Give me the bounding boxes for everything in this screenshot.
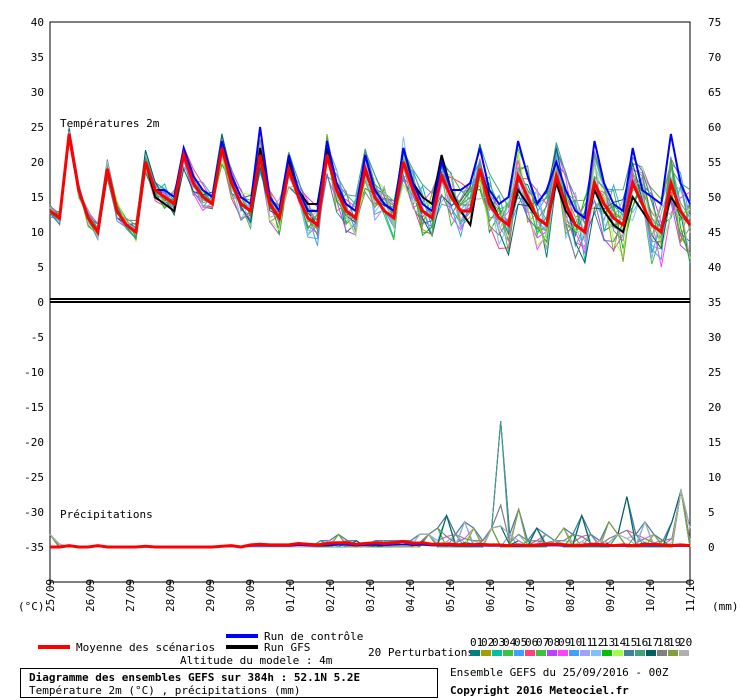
right-tick-label: 45 bbox=[708, 226, 721, 239]
perturbation-swatch bbox=[580, 650, 590, 656]
left-tick-label: 30 bbox=[31, 86, 44, 99]
right-tick-label: 55 bbox=[708, 156, 721, 169]
precipitation-perturbation-line bbox=[49, 420, 691, 548]
right-tick-label: 40 bbox=[708, 261, 721, 274]
perturbation-swatch bbox=[536, 650, 546, 656]
precipitation-title: Précipitations bbox=[60, 508, 153, 521]
altitude-label: Altitude du modele : 4m bbox=[180, 654, 333, 667]
chart-caption-subtitle: Température 2m (°C) , précipitations (mm… bbox=[29, 684, 301, 697]
legend-gfs-label: Run GFS bbox=[264, 641, 310, 654]
right-tick-label: 75 bbox=[708, 16, 721, 29]
right-tick-label: 5 bbox=[708, 506, 715, 519]
right-axis: 757065605550454035302520151050 bbox=[708, 16, 721, 554]
x-tick-label: 01/10 bbox=[284, 579, 297, 612]
perturbation-swatch bbox=[547, 650, 557, 656]
x-tick-label: 08/10 bbox=[564, 579, 577, 612]
perturbation-swatch bbox=[591, 650, 601, 656]
left-tick-label: 15 bbox=[31, 191, 44, 204]
left-tick-label: 0 bbox=[37, 296, 44, 309]
right-tick-label: 10 bbox=[708, 471, 721, 484]
right-tick-label: 60 bbox=[708, 121, 721, 134]
left-tick-label: -25 bbox=[24, 471, 44, 484]
perturbation-number: 20 bbox=[679, 636, 692, 649]
perturbation-swatch bbox=[646, 650, 656, 656]
right-tick-label: 20 bbox=[708, 401, 721, 414]
perturbation-swatches: 0102030405060708091011121314151617181920 bbox=[470, 636, 692, 656]
left-tick-label: -15 bbox=[24, 401, 44, 414]
x-tick-label: 10/10 bbox=[644, 579, 657, 612]
right-tick-label: 15 bbox=[708, 436, 721, 449]
x-tick-label: 11/10 bbox=[684, 579, 697, 612]
x-tick-label: 09/10 bbox=[604, 579, 617, 612]
perturbation-swatch bbox=[657, 650, 667, 656]
right-tick-label: 35 bbox=[708, 296, 721, 309]
x-tick-label: 28/09 bbox=[164, 579, 177, 612]
left-tick-label: 25 bbox=[31, 121, 44, 134]
x-tick-label: 05/10 bbox=[444, 579, 457, 612]
perturbation-swatch bbox=[602, 650, 612, 656]
left-tick-label: -30 bbox=[24, 506, 44, 519]
left-tick-label: -20 bbox=[24, 436, 44, 449]
precipitation-perturbation-line bbox=[49, 420, 691, 548]
perturbation-swatch bbox=[679, 650, 689, 656]
x-tick-label: 26/09 bbox=[84, 579, 97, 612]
left-tick-label: -10 bbox=[24, 366, 44, 379]
perturbation-swatch bbox=[569, 650, 579, 656]
left-tick-label: -5 bbox=[31, 331, 44, 344]
legend-mean-label: Moyenne des scénarios bbox=[76, 641, 215, 654]
perturbation-swatch bbox=[470, 650, 480, 656]
perturbation-swatch bbox=[514, 650, 524, 656]
x-tick-label: 07/10 bbox=[524, 579, 537, 612]
right-unit-label: (mm) bbox=[712, 600, 739, 613]
perturbation-swatch bbox=[635, 650, 645, 656]
perturbation-swatch bbox=[668, 650, 678, 656]
x-tick-label: 25/09 bbox=[44, 579, 57, 612]
right-tick-label: 50 bbox=[708, 191, 721, 204]
precipitation-perturbation-line bbox=[49, 420, 691, 548]
perturbation-swatch bbox=[503, 650, 513, 656]
left-tick-label: 35 bbox=[31, 51, 44, 64]
copyright-label: Copyright 2016 Meteociel.fr bbox=[450, 684, 629, 697]
perturbation-swatch bbox=[624, 650, 634, 656]
x-axis: 25/09 26/09 27/09 28/09 29/09 30/09 01/10 02/10… bbox=[44, 579, 697, 612]
left-tick-label: 20 bbox=[31, 156, 44, 169]
precipitation-perturbation-line bbox=[49, 420, 691, 548]
right-tick-label: 25 bbox=[708, 366, 721, 379]
precipitation-perturbation-line bbox=[49, 420, 691, 548]
left-axis: 40 35 30 25 20 15 10 5 0 -5 -10 -15 -20 -25 -30 -35 bbox=[24, 16, 44, 554]
left-tick-label: -35 bbox=[24, 541, 44, 554]
right-tick-label: 65 bbox=[708, 86, 721, 99]
perturbation-swatch bbox=[558, 650, 568, 656]
chart-caption-title: Diagramme des ensembles GEFS sur 384h : … bbox=[29, 671, 361, 684]
ensemble-label: Ensemble GEFS du 25/09/2016 - 00Z bbox=[450, 666, 669, 679]
perturbation-swatch bbox=[481, 650, 491, 656]
x-tick-label: 29/09 bbox=[204, 579, 217, 612]
right-tick-label: 0 bbox=[708, 541, 715, 554]
left-unit-label: (°C) bbox=[18, 600, 45, 613]
legend-perturbations-label: 20 Perturbations bbox=[368, 646, 474, 659]
precipitation-perturbation-line bbox=[49, 420, 691, 548]
x-tick-label: 06/10 bbox=[484, 579, 497, 612]
right-tick-label: 70 bbox=[708, 51, 721, 64]
chart-grid bbox=[49, 21, 691, 583]
left-tick-label: 10 bbox=[31, 226, 44, 239]
perturbation-swatch bbox=[613, 650, 623, 656]
temperature-series bbox=[49, 126, 692, 267]
x-tick-label: 30/09 bbox=[244, 579, 257, 612]
x-tick-label: 04/10 bbox=[404, 579, 417, 612]
temperature-title: Températures 2m bbox=[60, 117, 160, 130]
x-tick-label: 27/09 bbox=[124, 579, 137, 612]
perturbation-swatch bbox=[492, 650, 502, 656]
perturbation-swatch bbox=[525, 650, 535, 656]
chart-caption-box: Diagramme des ensembles GEFS sur 384h : … bbox=[20, 668, 438, 698]
ensemble-chart: 4035302520151050-5-10-15-20-25-30-35 757… bbox=[18, 16, 739, 697]
x-tick-label: 02/10 bbox=[324, 579, 337, 612]
left-tick-label: 40 bbox=[31, 16, 44, 29]
precipitation-series bbox=[49, 420, 691, 549]
right-tick-label: 30 bbox=[708, 331, 721, 344]
left-tick-label: 5 bbox=[37, 261, 44, 274]
x-tick-label: 03/10 bbox=[364, 579, 377, 612]
